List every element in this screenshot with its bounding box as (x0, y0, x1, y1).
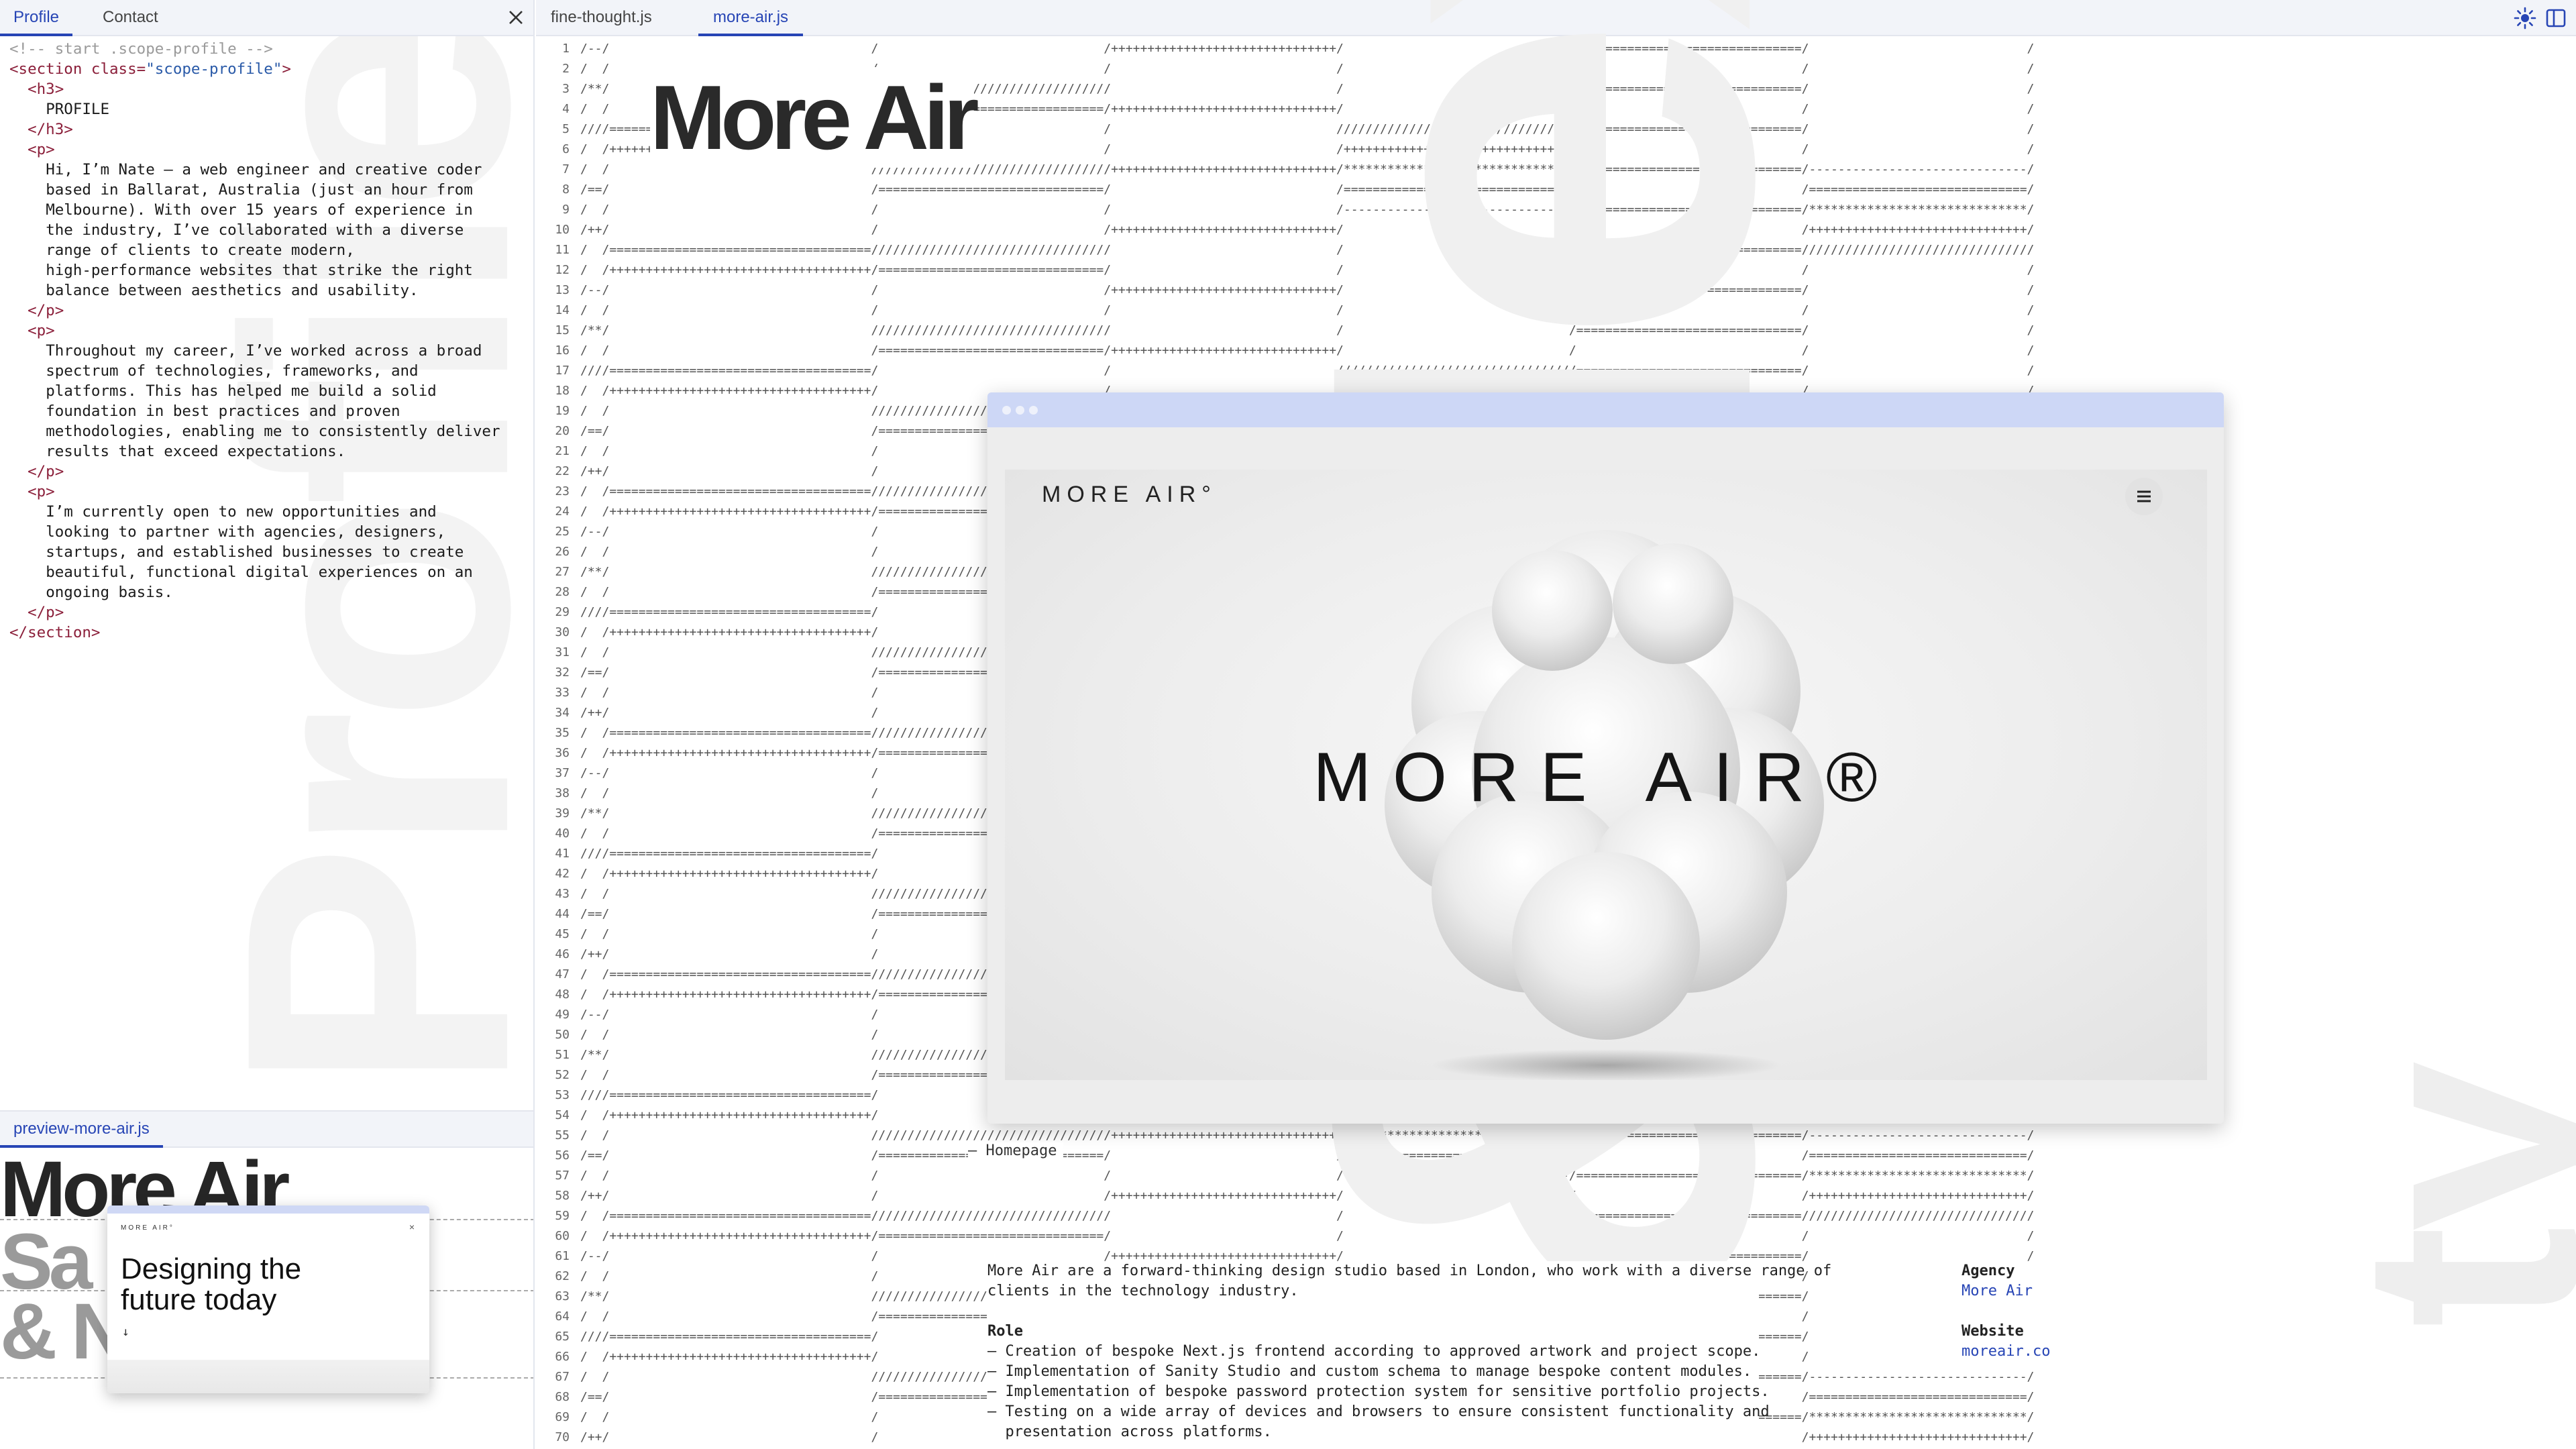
arrow-down-icon: ↓ (122, 1325, 129, 1339)
code-p2-line: platforms. This has helped me build a so… (46, 382, 437, 400)
screenshot-caption: — Homepage (968, 1142, 1064, 1159)
browser-mockup: MORE AIR° MORE AIR® (987, 392, 2224, 1124)
code-p1-line: based in Ballarat, Australia (just an ho… (46, 181, 473, 199)
website-label: Website (1962, 1323, 2024, 1340)
role-item: — Implementation of Sanity Studio and cu… (987, 1363, 1752, 1380)
code-p2-line: foundation in best practices and proven (46, 402, 400, 420)
tab-more-air[interactable]: more-air.js (698, 0, 804, 36)
preview-card-logo: MORE AIR° (121, 1224, 174, 1232)
code-p1-line: the industry, I’ve collaborated with a d… (46, 221, 464, 239)
site-logo[interactable]: MORE AIR° (1042, 482, 1217, 508)
preview-card-title: Designing the future today (121, 1252, 302, 1316)
left-tab-bar: Profile Contact (0, 0, 533, 36)
code-p1-line: Melbourne). With over 15 years of experi… (46, 201, 473, 219)
code-attr-name: class (91, 60, 137, 78)
code-p1-line: range of clients to create modern, (46, 241, 355, 259)
code-section-open-end: > (282, 60, 291, 78)
hero-logo-text: MORE AIR® (1313, 739, 1899, 816)
tab-preview-more-air[interactable]: preview-more-air.js (0, 1112, 163, 1148)
browser-title-bar (987, 392, 2224, 427)
code-attr-value: "scope-profile" (146, 60, 282, 78)
tab-fine-thought[interactable]: fine-thought.js (536, 0, 667, 36)
website-link[interactable]: moreair.co (1962, 1342, 2243, 1362)
code-p3-line: startups, and established businesses to … (46, 543, 464, 561)
code-p3-line: beautiful, functional digital experience… (46, 564, 473, 581)
code-section-close: </section> (9, 624, 101, 641)
tab-profile[interactable]: Profile (0, 0, 73, 36)
code-section-open: <section (9, 60, 83, 78)
code-p2-line: spectrum of technologies, frameworks, an… (46, 362, 419, 380)
preview-card-image (107, 1360, 429, 1393)
role-item: presentation across platforms. (987, 1424, 1272, 1440)
project-description: More Air are a forward-thinking design s… (987, 1261, 1832, 1442)
agency-label: Agency (1962, 1263, 2015, 1279)
window-dot-icon (1016, 406, 1024, 415)
role-item: — Testing on a wide array of devices and… (987, 1403, 1770, 1420)
window-dot-icon (1002, 406, 1011, 415)
code-p-open: <p> (28, 483, 55, 500)
preview-card-bar (107, 1205, 429, 1214)
code-p-close: </p> (28, 463, 64, 480)
role-item: — Implementation of bespoke password pro… (987, 1383, 1770, 1400)
left-panel: Profile Profile Contact <!-- start .scop… (0, 0, 535, 1449)
project-meta: Agency More Air Website moreair.co (1962, 1261, 2243, 1362)
profile-code: <!-- start .scope-profile --> <section c… (9, 40, 500, 641)
editor-panel: & Next.js ty fine-thought.js more-air.js… (536, 0, 2576, 1449)
sun-icon[interactable] (2513, 6, 2537, 30)
window-dot-icon (1029, 406, 1038, 415)
preview-site-card[interactable]: MORE AIR° × Designing the future today ↓ (107, 1205, 429, 1393)
code-p3-line: I’m currently open to new opportunities … (46, 503, 437, 521)
site-hero: MORE AIR° MORE AIR® (1005, 470, 2207, 1080)
code-p2-line: Throughout my career, I’ve worked across… (46, 342, 482, 360)
code-p-open: <p> (28, 141, 55, 158)
close-icon[interactable] (504, 5, 528, 30)
tab-contact[interactable]: Contact (89, 0, 172, 36)
code-p-close: </p> (28, 604, 64, 621)
agency-link[interactable]: More Air (1962, 1281, 2243, 1301)
role-item: — Creation of bespoke Next.js frontend a… (987, 1343, 1761, 1360)
side-watermark: ty (2298, 1067, 2576, 1328)
code-p2-line: methodologies, enabling me to consistent… (46, 423, 500, 440)
code-comment: <!-- start .scope-profile --> (9, 40, 273, 58)
code-p2-line: results that exceed expectations. (46, 443, 346, 460)
code-p3-line: looking to partner with agencies, design… (46, 523, 446, 541)
preview-title-line: & N (0, 1287, 128, 1376)
description-line: More Air are a forward-thinking design s… (987, 1263, 1832, 1279)
preview-tab-bar: preview-more-air.js (0, 1110, 533, 1148)
hamburger-icon[interactable] (2125, 478, 2163, 515)
code-p1-line: balance between aesthetics and usability… (46, 282, 419, 299)
description-line: clients in the technology industry. (987, 1283, 1299, 1299)
code-p-close: </p> (28, 302, 64, 319)
code-h3-open: <h3> (28, 80, 64, 98)
code-p3-line: ongoing basis. (46, 584, 173, 601)
code-p1-line: Hi, I’m Nate — a web engineer and creati… (46, 161, 482, 178)
code-h3-close: </h3> (28, 121, 73, 138)
role-label: Role (987, 1323, 1023, 1340)
code-p-open: <p> (28, 322, 55, 339)
code-h3-text: PROFILE (46, 101, 110, 118)
code-p1-line: high-performance websites that strike th… (46, 262, 473, 279)
panel-icon[interactable] (2544, 6, 2568, 30)
preview-area: More Air Sa & N MORE AIR° × Designing th… (0, 1149, 533, 1449)
preview-card-close-icon[interactable]: × (409, 1222, 415, 1232)
line-number-gutter: 1 2 3 4 5 6 7 8 9 10 11 12 13 14 15 16 1… (555, 42, 570, 1444)
project-title: More Air (650, 66, 979, 168)
